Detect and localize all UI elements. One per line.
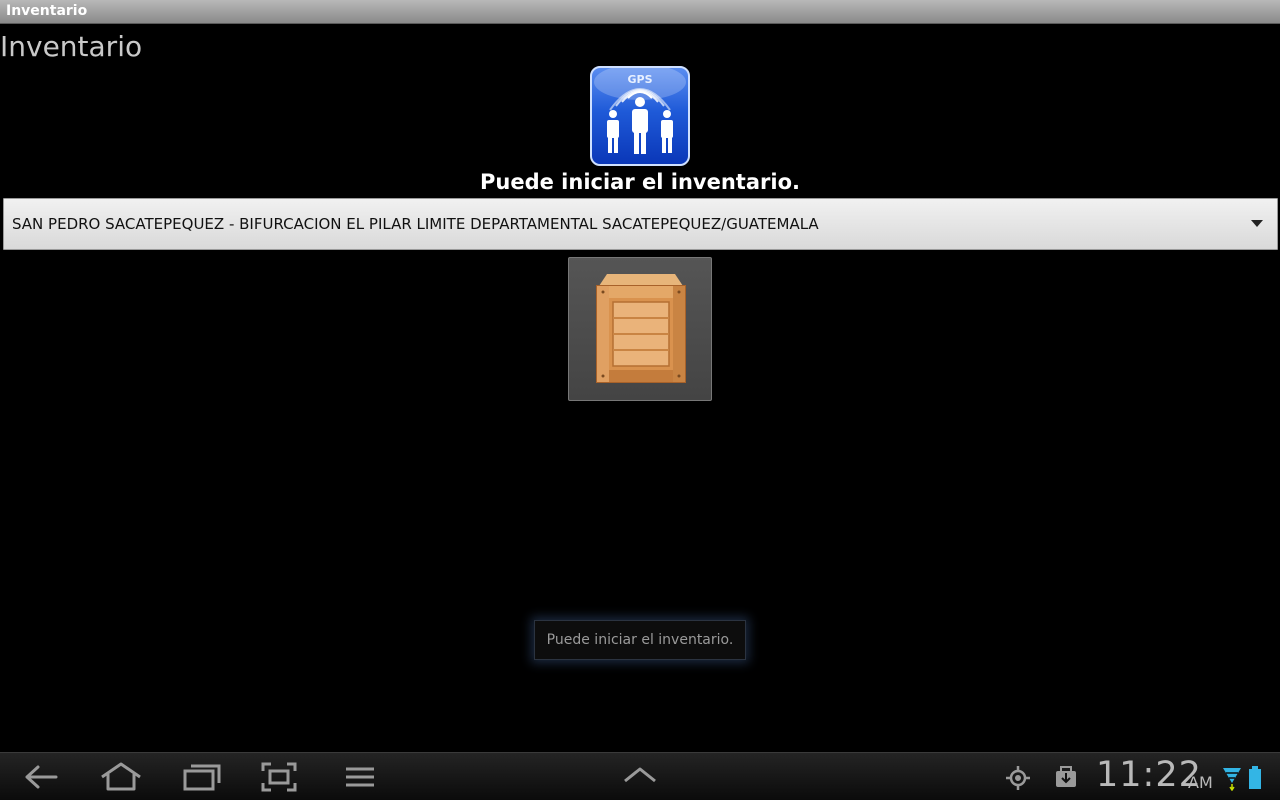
wooden-crate-icon xyxy=(596,274,686,383)
clock-time: 11:22 xyxy=(1096,755,1202,795)
status-message: Puede iniciar el inventario. xyxy=(480,170,800,194)
menu-icon[interactable] xyxy=(343,761,377,793)
system-nav-bar: 11:22 AM xyxy=(0,752,1280,800)
clock-ampm: AM xyxy=(1188,773,1213,792)
recent-apps-icon[interactable] xyxy=(182,761,222,793)
back-icon[interactable] xyxy=(22,761,60,793)
start-inventory-button[interactable] xyxy=(568,257,712,401)
window-title: Inventario xyxy=(6,3,88,19)
download-icon xyxy=(1056,766,1076,787)
gps-icon xyxy=(1006,766,1030,790)
app-title: Inventario xyxy=(0,30,143,63)
screenshot-icon[interactable] xyxy=(260,761,298,793)
location-spinner[interactable]: SAN PEDRO SACATEPEQUEZ - BIFURCACION EL … xyxy=(3,198,1278,250)
toast-message: Puede iniciar el inventario. xyxy=(534,620,746,660)
gps-logo: GPS xyxy=(590,66,690,166)
window-title-bar: Inventario xyxy=(0,0,1280,24)
gps-people-icon: GPS xyxy=(594,68,686,154)
location-spinner-value: SAN PEDRO SACATEPEQUEZ - BIFURCACION EL … xyxy=(12,215,819,233)
gps-logo-label: GPS xyxy=(627,73,652,86)
dropdown-arrow-icon xyxy=(1251,220,1263,227)
wifi-icon xyxy=(1223,768,1241,791)
up-chevron-icon[interactable] xyxy=(622,765,658,785)
battery-icon xyxy=(1249,766,1261,789)
home-icon[interactable] xyxy=(98,761,144,793)
